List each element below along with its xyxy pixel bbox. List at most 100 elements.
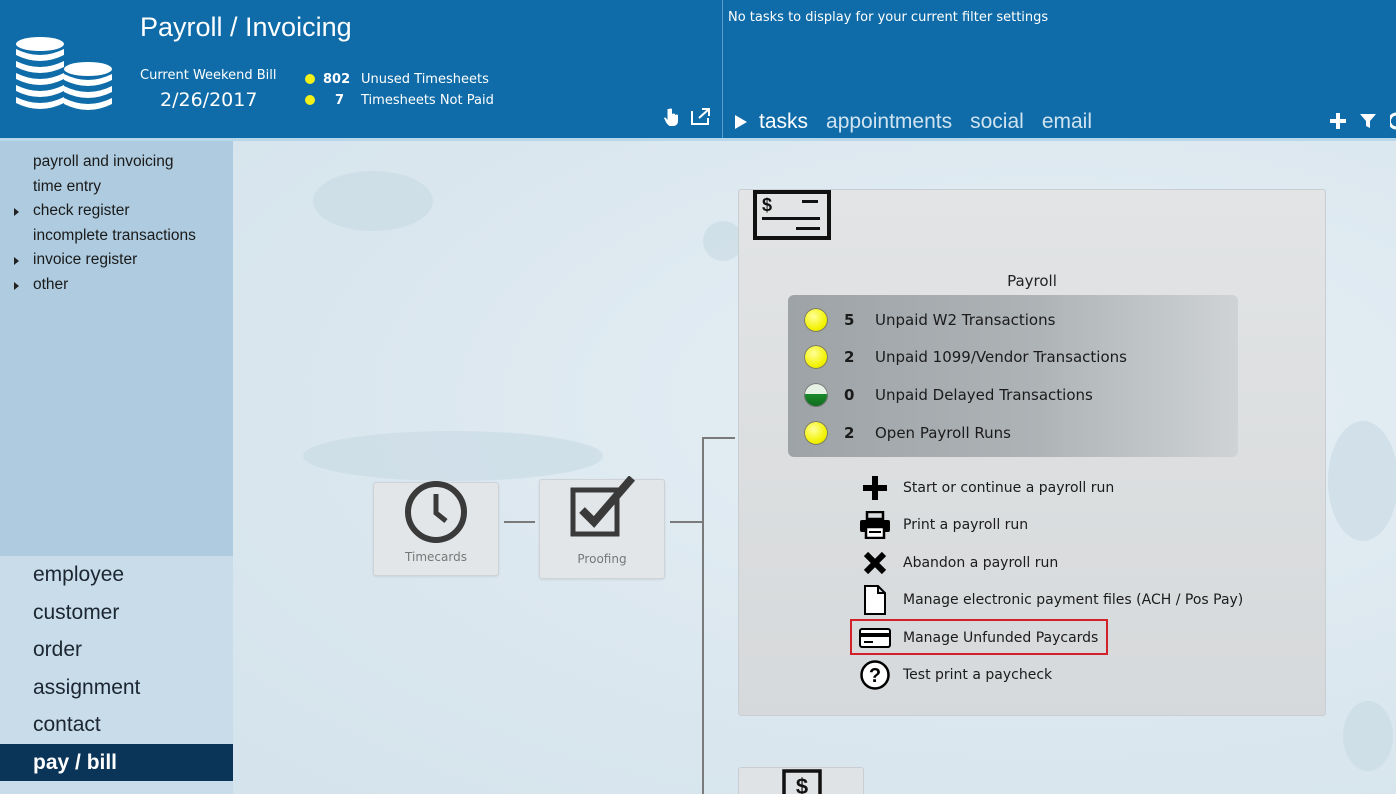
status-label: Unpaid Delayed Transactions (875, 386, 1093, 404)
check-icon: $ (753, 190, 831, 240)
activity-tabs: tasks appointments social email (735, 110, 1092, 134)
payroll-title: Payroll (1007, 272, 1057, 290)
step-proofing[interactable]: Proofing (539, 476, 665, 579)
sidebar-item-label: other (33, 275, 69, 293)
activity-panel: No tasks to display for your current fil… (723, 0, 1396, 138)
question-icon: ? (859, 660, 891, 690)
header-tools (664, 108, 712, 126)
status-light-icon (804, 308, 828, 332)
sidebar-item-check-register[interactable]: check register (0, 202, 233, 227)
module-header: Payroll / Invoicing Current Weekend Bill… (0, 0, 723, 138)
filter-icon[interactable] (1360, 113, 1376, 129)
stat-count: 802 (323, 71, 351, 87)
connector-line (702, 437, 704, 794)
sidebar-item-invoice-register[interactable]: invoice register (0, 251, 233, 276)
caret-right-icon[interactable] (14, 208, 19, 217)
stat-timesheets-not-paid[interactable]: 7 Timesheets Not Paid (305, 91, 494, 109)
sidebar-item-label: payroll and invoicing (33, 153, 174, 170)
tab-appointments[interactable]: appointments (826, 110, 952, 134)
nav-contact[interactable]: contact (0, 706, 233, 744)
action-manage-payment-files[interactable]: Manage electronic payment files (ACH / P… (859, 585, 1259, 615)
plus-icon (859, 473, 891, 503)
action-print-payroll-run[interactable]: Print a payroll run (859, 510, 1259, 540)
svg-text:?: ? (869, 665, 881, 687)
status-unpaid-w2[interactable]: 5 Unpaid W2 Transactions (804, 306, 1055, 334)
background-splash (1328, 421, 1396, 541)
sidebar-item-label: time entry (33, 177, 102, 195)
status-unpaid-delayed[interactable]: 0 Unpaid Delayed Transactions (804, 381, 1093, 409)
plus-icon[interactable] (1330, 113, 1346, 129)
hand-pointer-icon[interactable] (664, 108, 680, 126)
weekend-bill-label: Current Weekend Bill (140, 68, 277, 83)
checkbox-icon (570, 476, 636, 537)
status-count: 2 (844, 348, 855, 366)
action-label: Start or continue a payroll run (903, 480, 1115, 496)
status-count: 2 (844, 424, 855, 442)
tab-social[interactable]: social (970, 110, 1024, 134)
printer-icon (859, 510, 891, 540)
status-dot-icon (305, 95, 315, 105)
nav-customer[interactable]: customer (0, 594, 233, 632)
status-light-icon (804, 345, 828, 369)
sub-navigation: payroll and invoicing time entry check r… (0, 153, 233, 301)
invoicing-panel: $ (738, 767, 864, 794)
payroll-panel: $ Payroll 5 Unpaid W2 Transactions 2 Unp… (738, 189, 1326, 716)
sidebar-item-label: incomplete transactions (33, 226, 196, 244)
tab-tasks[interactable]: tasks (759, 110, 808, 134)
action-start-payroll-run[interactable]: Start or continue a payroll run (859, 473, 1259, 503)
coin-stack-icon (16, 37, 112, 110)
sidebar-item-incomplete-transactions[interactable]: incomplete transactions (0, 227, 233, 252)
status-open-payroll-runs[interactable]: 2 Open Payroll Runs (804, 419, 1011, 447)
action-label: Test print a paycheck (903, 667, 1053, 683)
file-icon (859, 585, 891, 615)
dollar-doc-icon: $ (782, 769, 822, 794)
status-count: 5 (844, 311, 855, 329)
action-abandon-payroll-run[interactable]: Abandon a payroll run (859, 548, 1259, 578)
nav-pay-bill[interactable]: pay / bill (0, 743, 252, 781)
x-icon (859, 548, 891, 578)
nav-employee[interactable]: employee (0, 556, 233, 594)
action-test-print-paycheck[interactable]: ? Test print a paycheck (859, 660, 1259, 690)
nav-order[interactable]: order (0, 631, 233, 669)
background-splash (313, 171, 433, 231)
caret-right-icon[interactable] (14, 257, 19, 266)
caret-right-icon[interactable] (14, 281, 19, 290)
sidebar-item-payroll-and-invoicing[interactable]: payroll and invoicing (0, 153, 233, 178)
step-label: Proofing (577, 552, 627, 566)
stat-unused-timesheets[interactable]: 802 Unused Timesheets (305, 70, 489, 88)
status-count: 0 (844, 386, 855, 404)
clock-icon (405, 481, 467, 543)
popout-icon[interactable] (690, 108, 712, 126)
page-title: Payroll / Invoicing (140, 12, 352, 42)
play-arrow-icon (735, 115, 747, 129)
weekend-bill-date: 2/26/2017 (160, 89, 258, 111)
background-splash (303, 431, 603, 481)
payroll-status-box: 5 Unpaid W2 Transactions 2 Unpaid 1099/V… (788, 295, 1238, 457)
action-label: Print a payroll run (903, 517, 1029, 533)
step-timecards[interactable]: Timecards (373, 481, 499, 576)
stat-label: Unused Timesheets (361, 71, 489, 87)
sidebar-item-time-entry[interactable]: time entry (0, 178, 233, 203)
workflow-canvas: Timecards Proofing $ Payroll 5 Unpaid W2… (233, 141, 1396, 794)
refresh-icon[interactable] (1390, 112, 1396, 130)
status-label: Unpaid 1099/Vendor Transactions (875, 348, 1127, 366)
svg-text:$: $ (762, 195, 772, 215)
sidebar-item-other[interactable]: other (0, 276, 233, 301)
connector-line (504, 521, 535, 523)
stat-count: 7 (335, 92, 345, 108)
status-label: Open Payroll Runs (875, 424, 1011, 442)
status-unpaid-1099[interactable]: 2 Unpaid 1099/Vendor Transactions (804, 343, 1127, 371)
nav-assignment[interactable]: assignment (0, 669, 233, 707)
stat-label: Timesheets Not Paid (361, 92, 494, 108)
action-label: Manage electronic payment files (ACH / P… (903, 592, 1244, 608)
step-label: Timecards (405, 550, 467, 564)
status-dot-icon (305, 74, 315, 84)
status-light-icon (804, 383, 828, 407)
sidebar-item-label: invoice register (33, 251, 138, 269)
svg-text:$: $ (796, 774, 808, 794)
connector-line (702, 437, 735, 439)
tab-email[interactable]: email (1042, 110, 1092, 134)
main-navigation: employee customer order assignment conta… (0, 556, 252, 794)
connector-line (670, 521, 703, 523)
app-header: Payroll / Invoicing Current Weekend Bill… (0, 0, 1396, 141)
